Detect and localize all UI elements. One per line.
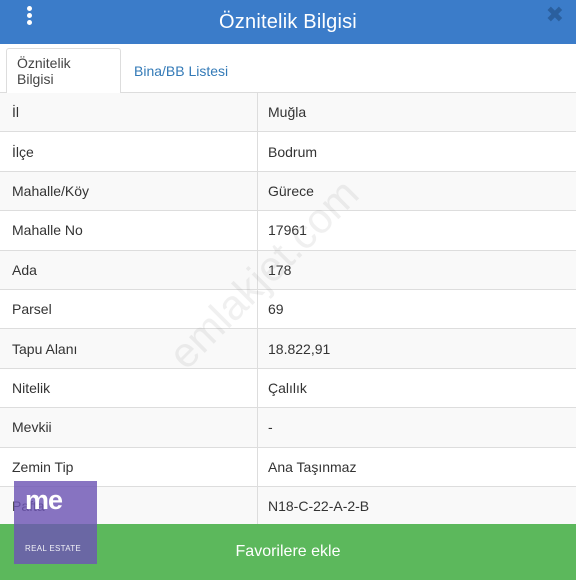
row-value: Muğla (268, 104, 307, 121)
table-row: Parsel 69 (0, 289, 576, 330)
row-label: İlçe (0, 132, 258, 171)
close-icon[interactable]: ✖ (546, 4, 564, 26)
row-label: Nitelik (0, 368, 258, 408)
table-row: Mevkii - (0, 408, 576, 448)
row-value: - (268, 419, 273, 436)
row-label: Parsel (0, 289, 258, 329)
row-label: Tapu Alanı (0, 329, 258, 368)
logo-subtitle: REAL ESTATE (25, 544, 82, 553)
tab-bar: Öznitelik Bilgisi Bina/BB Listesi (0, 44, 576, 94)
vertical-dots-icon[interactable] (22, 6, 36, 28)
row-value: 178 (268, 261, 292, 278)
brand-logo: me REAL ESTATE (14, 481, 97, 564)
row-value: Bodrum (268, 143, 318, 160)
table-row: Mahalle No 17961 (0, 211, 576, 251)
table-row: İlçe Bodrum (0, 132, 576, 172)
row-value: Gürece (268, 182, 314, 199)
row-label: Ada (0, 250, 258, 289)
table-row: İl Muğla (0, 93, 576, 133)
logo-mark: me (25, 485, 63, 515)
attribute-table: İl Muğla İlçe Bodrum Mahalle/Köy Gürece … (0, 93, 576, 527)
row-label: Mahalle/Köy (0, 171, 258, 211)
row-value: Ana Taşınmaz (268, 458, 357, 475)
dialog-header: Öznitelik Bilgisi ✖ (0, 0, 576, 44)
row-label: Mahalle No (0, 211, 258, 250)
row-label: Mevkii (0, 408, 258, 447)
row-value: N18-C-22-A-2-B (268, 498, 370, 515)
row-value: 17961 (268, 222, 307, 239)
tab-bina-bb-listesi[interactable]: Bina/BB Listesi (124, 48, 238, 94)
row-label: İl (0, 93, 258, 132)
row-value: Çalılık (268, 379, 307, 396)
table-row: Tapu Alanı 18.822,91 (0, 329, 576, 369)
row-value: 18.822,91 (268, 340, 331, 357)
table-row: Ada 178 (0, 250, 576, 290)
table-row: Mahalle/Köy Gürece (0, 171, 576, 212)
table-row: Nitelik Çalılık (0, 368, 576, 409)
dialog-title: Öznitelik Bilgisi (219, 10, 357, 33)
tab-oznitelik-bilgisi[interactable]: Öznitelik Bilgisi (6, 48, 121, 94)
row-value: 69 (268, 301, 284, 318)
